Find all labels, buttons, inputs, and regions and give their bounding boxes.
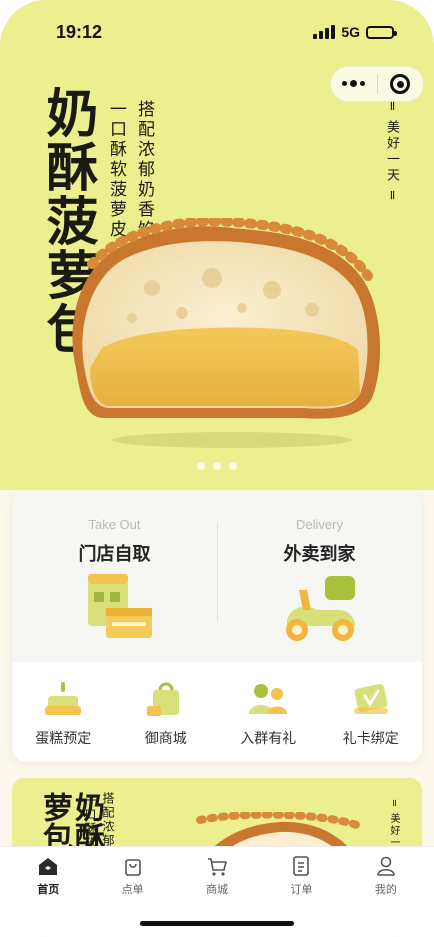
quick-action-cake[interactable]: 蛋糕预定	[12, 662, 115, 762]
delivery-en-label: Delivery	[296, 517, 343, 532]
signal-icon	[313, 25, 336, 39]
pickup-option[interactable]: Take Out 门店自取	[12, 492, 217, 662]
more-dots-icon[interactable]	[331, 80, 377, 87]
tab-home[interactable]: 首页	[6, 847, 90, 937]
home-indicator[interactable]	[140, 921, 294, 926]
quick-label-cake: 蛋糕预定	[35, 730, 92, 746]
order-bag-icon	[124, 859, 141, 876]
carousel-dots[interactable]	[0, 462, 434, 470]
carousel-dot[interactable]	[229, 462, 237, 470]
quick-label-group: 入群有礼	[240, 730, 297, 746]
tab-profile[interactable]: 我的	[344, 847, 428, 937]
delivery-option[interactable]: Delivery 外卖到家	[217, 492, 422, 662]
order-mode-panel: Take Out 门店自取 Delivery 外卖到家	[12, 492, 422, 662]
scooter-icon	[286, 576, 355, 641]
miniprogram-capsule	[330, 66, 424, 102]
network-label: 5G	[341, 24, 360, 40]
tab-label-mall: 商城	[206, 884, 229, 896]
battery-icon	[366, 25, 397, 39]
promo-subtitle-right: 搭配浓郁	[101, 792, 115, 848]
quick-action-group[interactable]: 入群有礼	[217, 662, 320, 762]
storefront-icon	[88, 574, 152, 638]
hero-side-text: ═ 美好一天 ═	[384, 102, 399, 202]
quick-label-mall: 御商城	[144, 730, 187, 746]
profile-icon	[377, 856, 395, 876]
app-screen: 19:12 5G 奶酥菠萝包 一口酥软菠萝皮 搭配浓郁奶香馅 ═ 美好一天 ═	[0, 0, 434, 937]
status-indicators: 5G	[313, 24, 397, 40]
carousel-dot[interactable]	[213, 462, 221, 470]
carousel-dot[interactable]	[197, 462, 205, 470]
hero-banner[interactable]: 19:12 5G 奶酥菠萝包 一口酥软菠萝皮 搭配浓郁奶香馅 ═ 美好一天 ═	[0, 0, 434, 490]
pickup-en-label: Take Out	[88, 517, 141, 532]
quick-action-card[interactable]: 礼卡绑定	[320, 662, 423, 762]
tab-label-order: 点单	[121, 884, 144, 896]
gift-card-icon	[353, 683, 388, 714]
tab-label-profile: 我的	[374, 884, 397, 896]
quick-action-mall[interactable]: 御商城	[115, 662, 218, 762]
target-icon[interactable]	[377, 74, 423, 94]
pickup-cn-label: 门店自取	[78, 544, 151, 564]
shopping-bag-icon	[146, 682, 179, 716]
order-list-icon	[293, 856, 310, 876]
tab-label-home: 首页	[37, 884, 60, 896]
pineapple-bun-image	[72, 218, 381, 448]
cake-icon	[45, 682, 82, 715]
delivery-cn-label: 外卖到家	[283, 544, 356, 564]
quick-label-card: 礼卡绑定	[342, 730, 399, 746]
group-users-icon	[249, 684, 288, 714]
quick-actions: 蛋糕预定 御商城 入群有礼 礼卡绑定	[12, 662, 422, 762]
status-time: 19:12	[56, 22, 103, 42]
home-icon	[39, 858, 58, 875]
cart-icon	[208, 858, 227, 876]
tab-label-orders: 订单	[290, 884, 313, 896]
status-bar: 19:12 5G	[0, 0, 434, 64]
service-card: Take Out 门店自取 Delivery 外卖到家 蛋糕预定 御商城 入群有…	[12, 492, 422, 762]
